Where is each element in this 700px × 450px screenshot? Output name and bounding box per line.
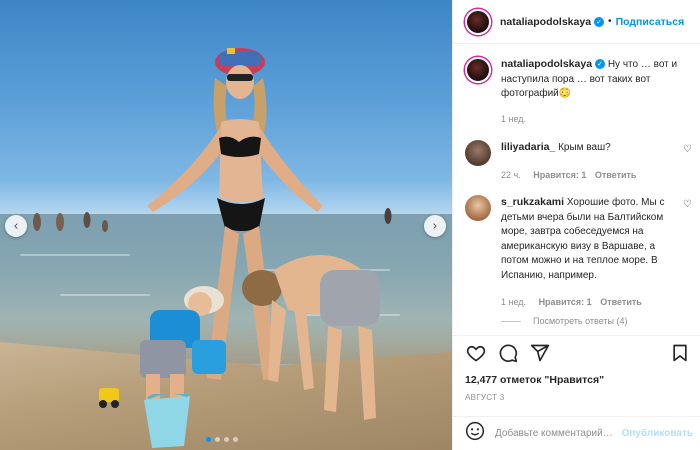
emoji-icon[interactable] (465, 421, 485, 446)
comment-reply-button[interactable]: Ответить (600, 297, 642, 307)
comment-text: Хорошие фото. Мы с детьми вчера были на … (501, 197, 665, 281)
comment-username[interactable]: liliyadaria_ (501, 141, 555, 153)
comment-meta: 22 ч. Нравится: 1 Ответить (501, 168, 693, 183)
carousel-dot (224, 437, 229, 442)
verified-badge-icon: ✓ (594, 16, 605, 27)
post-caption: nataliapodolskaya ✓ Ну что … вот и наступ… (453, 57, 700, 126)
toy-bucket (144, 394, 190, 448)
bookmark-icon (673, 344, 687, 361)
like-button[interactable] (465, 342, 487, 364)
comments-list[interactable]: nataliapodolskaya ✓ Ну что … вот и наступ… (453, 45, 700, 335)
caption-time[interactable]: 1 нед. (501, 114, 526, 124)
carousel-dot (215, 437, 220, 442)
comment-input[interactable] (495, 428, 622, 439)
author-avatar[interactable] (465, 57, 491, 83)
carousel-dot (233, 437, 238, 442)
comment-meta: 1 нед. Нравится: 1 Ответить (501, 295, 675, 310)
commenter-avatar[interactable] (465, 195, 491, 221)
post-date[interactable]: АВГУСТ 3 (465, 393, 505, 402)
caption-meta: 1 нед. (501, 112, 693, 127)
comment-likes[interactable]: Нравится: 1 (539, 297, 592, 307)
verified-badge-icon: ✓ (595, 59, 606, 70)
post-header: nataliapodolskaya ✓ • Подписаться (453, 0, 700, 44)
share-button[interactable] (529, 342, 551, 364)
comment-username[interactable]: s_rukzakami (501, 196, 564, 208)
comment-likes[interactable]: Нравится: 1 (533, 170, 586, 180)
distant-people (33, 212, 108, 232)
small-child-figure (140, 286, 226, 400)
author-avatar[interactable] (465, 8, 491, 35)
chevron-left-icon: ‹ (13, 218, 19, 234)
comment-like-heart-icon[interactable]: ♡ (683, 199, 692, 210)
carousel-dots (206, 437, 238, 442)
comment-text: Крым ваш? (558, 142, 611, 153)
post-comment-button[interactable]: Опубликовать (622, 428, 693, 439)
comment-item: liliyadaria_ Крым ваш? 22 ч. Нравится: 1… (453, 140, 700, 182)
commenter-avatar[interactable] (465, 140, 491, 166)
action-bar (453, 335, 700, 369)
comment-icon (499, 344, 518, 362)
save-button[interactable] (669, 342, 691, 364)
comment-button[interactable] (497, 342, 519, 364)
add-comment-bar: Опубликовать (453, 416, 700, 450)
comment-like-heart-icon[interactable]: ♡ (683, 144, 692, 155)
carousel-next-button[interactable]: › (424, 215, 446, 237)
comment-item: s_rukzakami Хорошие фото. Мы с детьми вч… (453, 195, 700, 310)
follow-button[interactable]: Подписаться (616, 16, 685, 28)
comment-time[interactable]: 1 нед. (501, 297, 526, 307)
toy-car (99, 388, 119, 408)
boy-figure (242, 255, 380, 420)
comment-reply-button[interactable]: Ответить (595, 170, 637, 180)
caption-username[interactable]: nataliapodolskaya (501, 58, 592, 70)
share-icon (530, 344, 550, 361)
carousel-dot (206, 437, 211, 442)
author-username[interactable]: nataliapodolskaya (500, 16, 591, 28)
view-replies-label: Посмотреть ответы (4) (533, 316, 628, 326)
carousel-prev-button[interactable]: ‹ (5, 215, 27, 237)
likes-count[interactable]: 12,477 отметок "Нравится" (465, 374, 604, 386)
post-sidebar: nataliapodolskaya ✓ • Подписаться natali… (452, 0, 700, 450)
post-photo[interactable]: ‹ › (0, 0, 452, 450)
follow-separator: • (608, 16, 612, 27)
chevron-right-icon: › (432, 218, 438, 234)
comment-time[interactable]: 22 ч. (501, 170, 521, 180)
heart-icon (466, 345, 486, 361)
view-replies-button[interactable]: Посмотреть ответы (4) (501, 316, 628, 326)
